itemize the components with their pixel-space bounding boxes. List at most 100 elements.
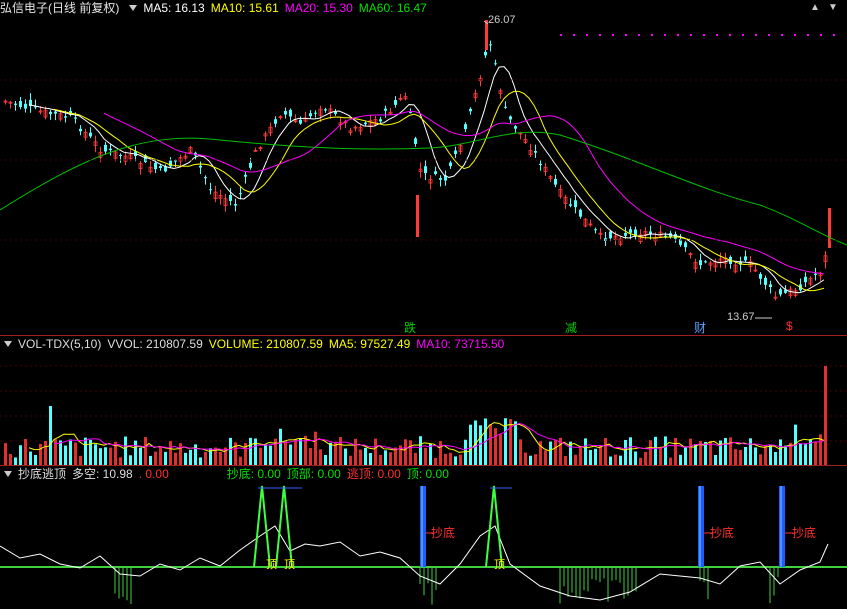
volume-bar bbox=[29, 451, 32, 466]
duokong-value: 多空: 10.98 bbox=[72, 467, 133, 481]
candle-body bbox=[509, 116, 512, 120]
volume-bar bbox=[779, 439, 782, 466]
stock-name: 弘信电子(日线 前复权) bbox=[0, 1, 120, 15]
ma10-value: MA10: 15.61 bbox=[210, 1, 279, 15]
top-signal-spike bbox=[275, 485, 293, 568]
candle-body bbox=[14, 103, 17, 105]
dropdown-triangle-icon[interactable] bbox=[4, 341, 12, 348]
volume-bar bbox=[814, 441, 817, 466]
volume-bar bbox=[544, 450, 547, 466]
volume-bar bbox=[729, 437, 732, 466]
candle-body bbox=[19, 101, 22, 107]
volume-bar bbox=[549, 441, 552, 466]
volume-bar bbox=[659, 447, 662, 466]
volume-bar bbox=[19, 445, 22, 466]
candle-body bbox=[744, 256, 747, 261]
volume-bar bbox=[764, 444, 767, 466]
volume-bar bbox=[169, 441, 172, 466]
volume-bar bbox=[219, 451, 222, 466]
volume-bar bbox=[39, 443, 42, 466]
candle-body bbox=[464, 124, 467, 130]
dot-marker bbox=[586, 34, 588, 36]
dot-marker bbox=[690, 34, 692, 36]
scroll-up-icon[interactable]: ▲ bbox=[810, 3, 820, 13]
volume-bar bbox=[599, 445, 602, 466]
volume-bar bbox=[524, 452, 527, 466]
top-signal-label-3: 顶 bbox=[494, 559, 505, 571]
volume-bar bbox=[499, 434, 502, 466]
dot-marker bbox=[625, 34, 627, 36]
high-price-label: 26.07 bbox=[488, 14, 516, 26]
dot-marker bbox=[755, 34, 757, 36]
volume-bar bbox=[314, 431, 317, 466]
event-marker-cai[interactable]: 财 bbox=[694, 319, 706, 335]
ma5-value: MA5: 16.13 bbox=[143, 1, 205, 15]
candle-body bbox=[364, 122, 367, 125]
dot-marker bbox=[664, 34, 666, 36]
dot-marker bbox=[794, 34, 796, 36]
candle-body bbox=[504, 106, 507, 108]
volume-bar bbox=[319, 449, 322, 466]
volume-bar bbox=[189, 449, 192, 466]
volume-bar bbox=[179, 443, 182, 466]
candle-body bbox=[379, 119, 382, 122]
vol-ma10-value: MA10: 73715.50 bbox=[416, 337, 505, 351]
candle-body bbox=[384, 108, 387, 111]
volume-bar bbox=[579, 446, 582, 466]
volume-bar bbox=[519, 439, 522, 466]
candle-body bbox=[609, 231, 612, 239]
top-signal-label-1: 顶 bbox=[266, 559, 277, 571]
dot-marker bbox=[742, 34, 744, 36]
candle-body bbox=[74, 117, 77, 119]
scroll-down-icon[interactable]: ▼ bbox=[828, 3, 838, 13]
event-marker-die[interactable]: 跌 bbox=[404, 319, 416, 335]
volume-bar bbox=[799, 443, 802, 466]
dropdown-triangle-icon[interactable] bbox=[129, 5, 138, 12]
candle-body bbox=[494, 63, 497, 65]
volume-bar bbox=[584, 438, 587, 466]
volume-bar bbox=[769, 445, 772, 466]
volume-panel[interactable]: VOL-TDX(5,10) VVOL: 210807.59 VOLUME: 2108… bbox=[0, 335, 847, 466]
candle-body bbox=[469, 108, 472, 112]
price-chart-panel[interactable]: 弘信电子(日线 前复权) MA5: 16.13 MA10: 15.61 MA20: 1… bbox=[0, 0, 847, 335]
volume-bar bbox=[139, 447, 142, 466]
indicator-title: 抄底逃顶 bbox=[18, 467, 67, 481]
candle-body bbox=[579, 209, 582, 217]
candle-body bbox=[449, 162, 452, 167]
candle-body bbox=[174, 160, 177, 162]
price-header: 弘信电子(日线 前复权) MA5: 16.13 MA10: 15.61 MA20: 1… bbox=[0, 0, 433, 16]
volume-value: VOLUME: 210807.59 bbox=[208, 337, 323, 351]
candle-body bbox=[629, 229, 632, 233]
volume-bar bbox=[744, 446, 747, 466]
volume-bar bbox=[44, 441, 47, 466]
buy-signal-label-2: 抄底 bbox=[710, 526, 735, 540]
candle-body bbox=[324, 109, 327, 111]
candle-body bbox=[439, 178, 442, 180]
dot-marker bbox=[716, 34, 718, 36]
candle-body bbox=[49, 111, 52, 115]
candle-body bbox=[569, 204, 572, 206]
top-signal-spike bbox=[253, 485, 271, 568]
candle-body bbox=[684, 242, 687, 248]
volume-bar bbox=[784, 445, 787, 466]
volume-bar bbox=[294, 439, 297, 466]
candle-body bbox=[284, 110, 287, 115]
candle-body bbox=[539, 163, 542, 166]
volume-bar bbox=[99, 448, 102, 466]
event-marker-dollar[interactable]: $ bbox=[786, 319, 793, 333]
volume-bar bbox=[144, 437, 147, 466]
candle-body bbox=[229, 194, 232, 201]
dot-marker bbox=[729, 34, 731, 36]
candle-body bbox=[89, 132, 92, 137]
candle-body bbox=[414, 138, 417, 144]
volume-bar bbox=[589, 449, 592, 466]
indicator-panel[interactable]: 抄底逃顶 多空: 10.98 . 0.00 抄底: 0.00 顶部: 0.00 逃顶: 0… bbox=[0, 465, 847, 609]
candle-body bbox=[154, 162, 157, 170]
candle-body bbox=[334, 111, 337, 114]
volume-bar bbox=[634, 451, 637, 466]
event-marker-jian[interactable]: 减 bbox=[565, 319, 577, 335]
volume-bar bbox=[624, 439, 627, 466]
candle-body bbox=[489, 44, 492, 46]
dropdown-triangle-icon[interactable] bbox=[4, 471, 12, 478]
vol-indicator-title: VOL-TDX(5,10) bbox=[18, 337, 102, 351]
